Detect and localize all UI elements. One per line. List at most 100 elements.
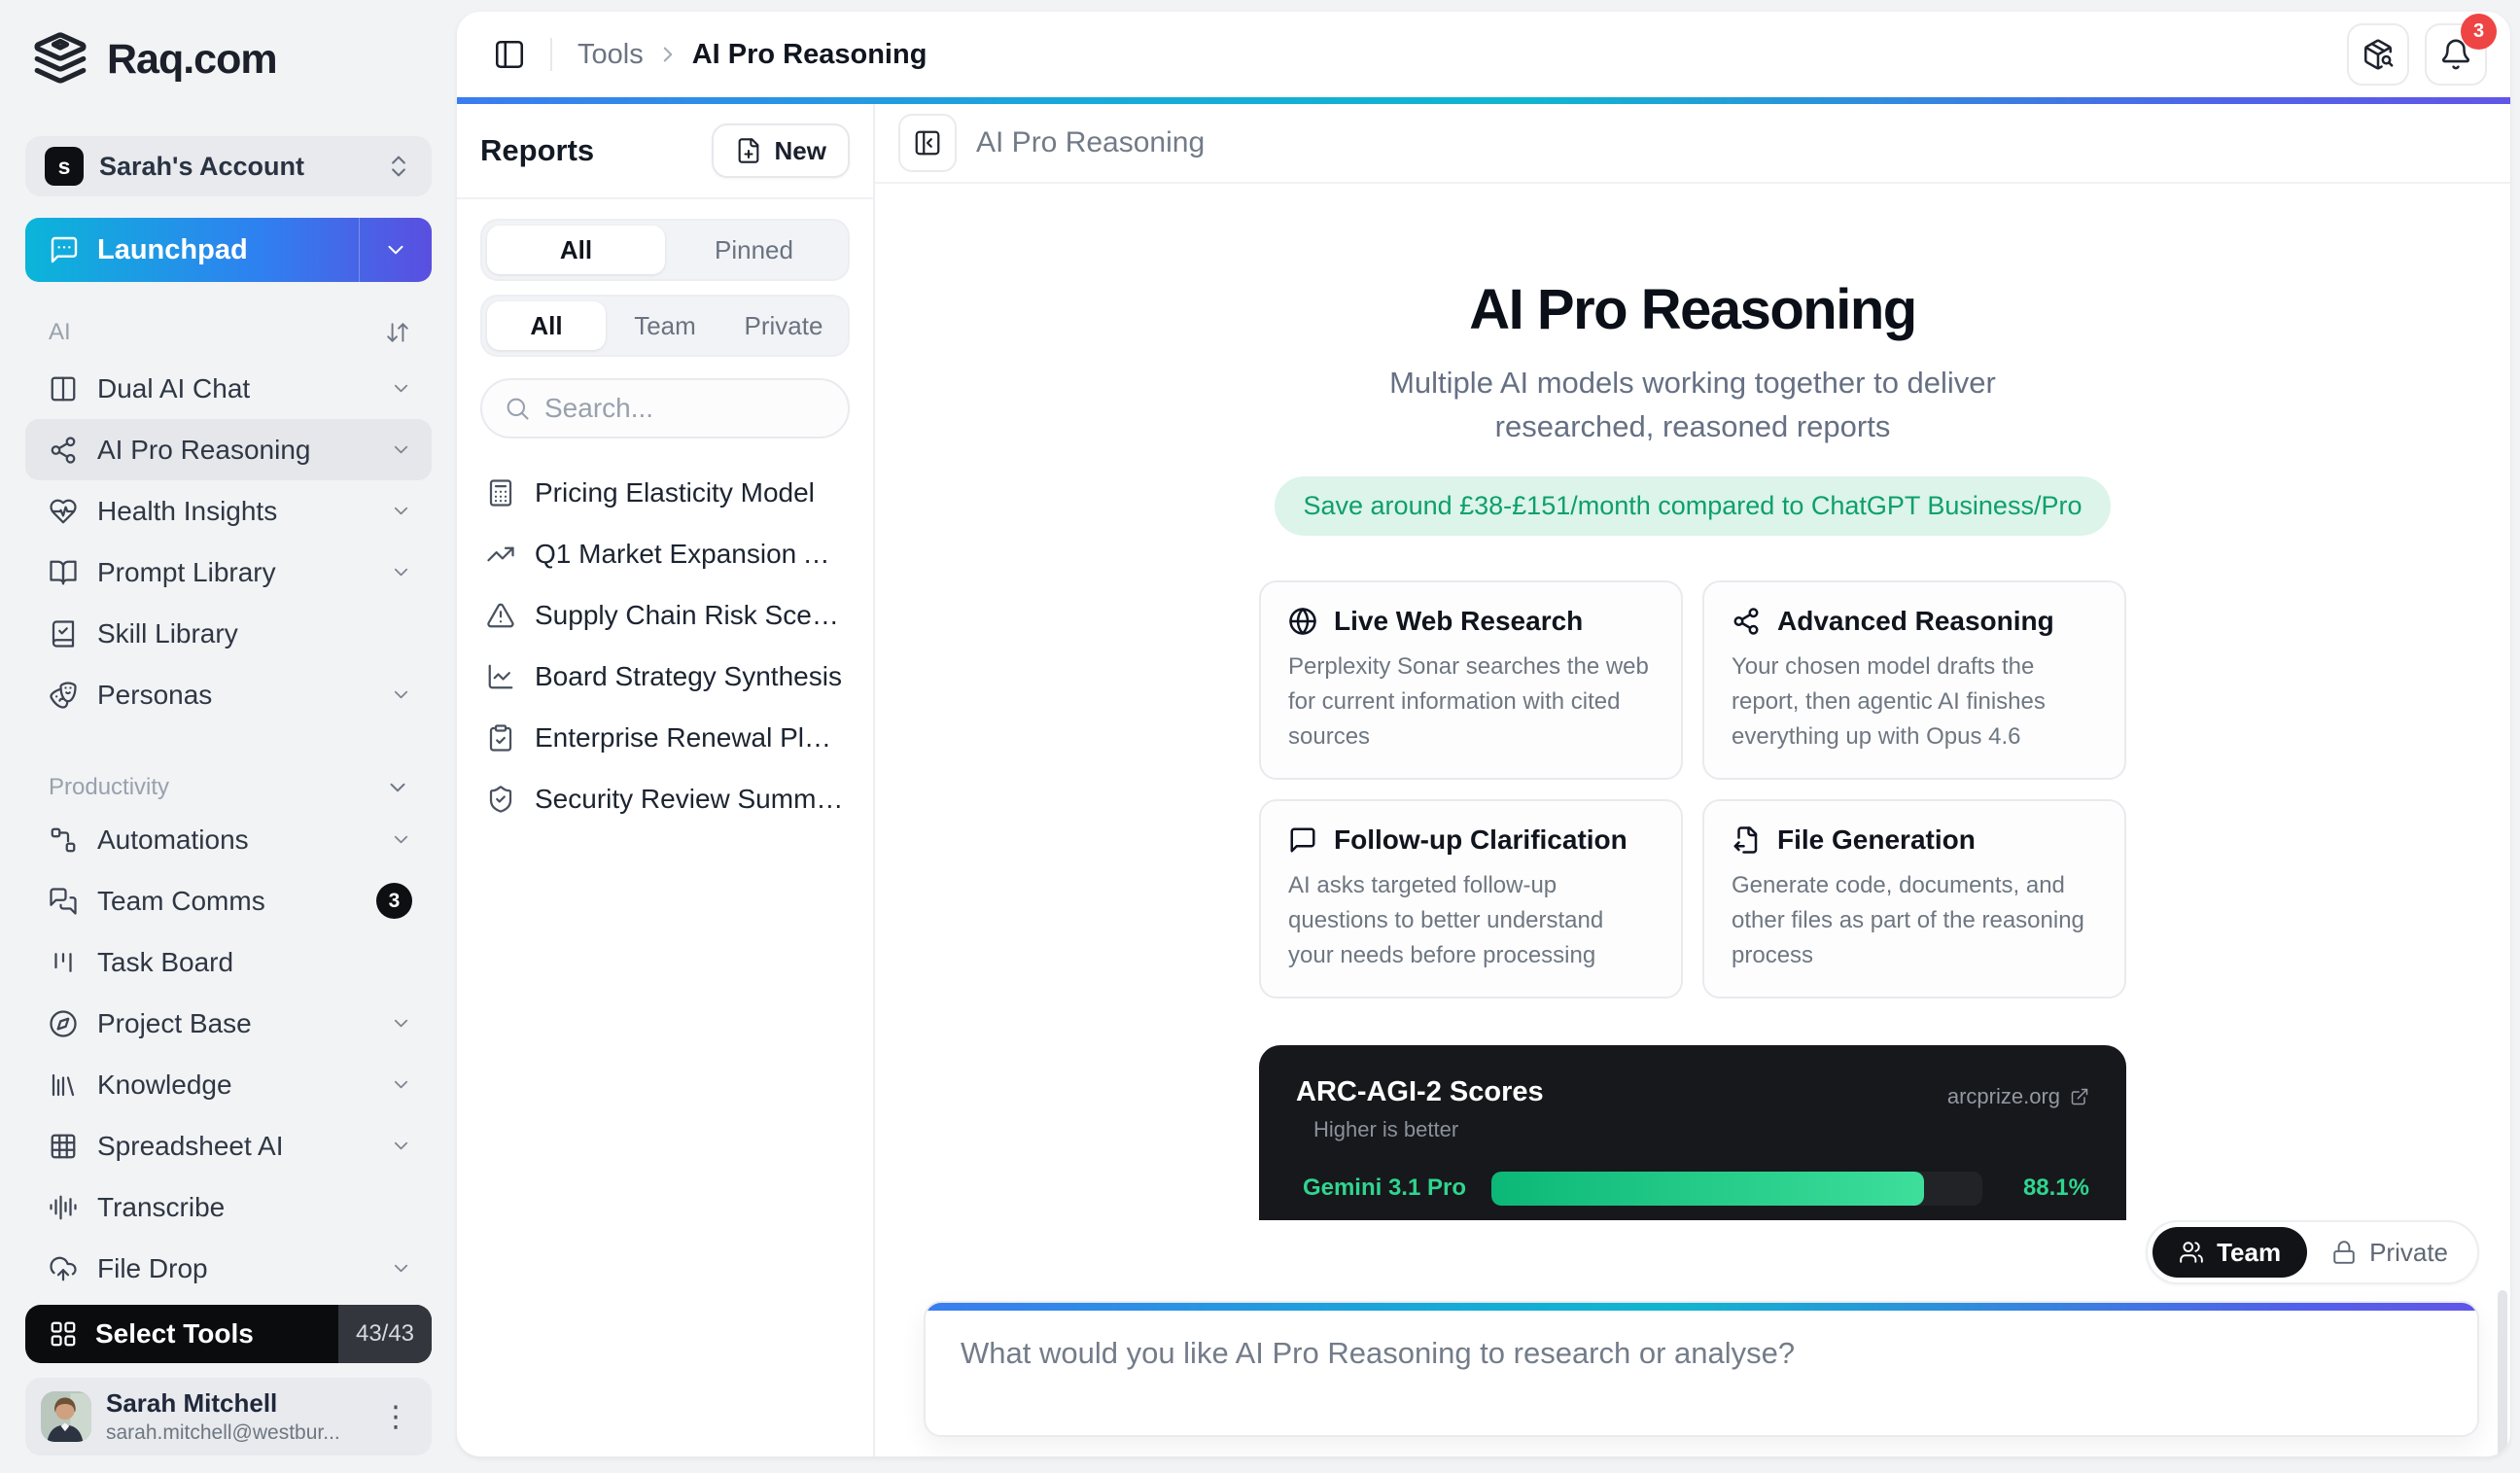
header-divider — [550, 38, 552, 71]
feature-grid: Live Web Research Perplexity Sonar searc… — [1259, 579, 2126, 999]
launchpad-button[interactable]: Launchpad — [25, 218, 432, 282]
reports-panel: Reports New All Pinned All Team Private — [457, 104, 875, 1456]
sidebar-item-project-base[interactable]: Project Base — [25, 993, 432, 1054]
sidebar-item-personas[interactable]: Personas — [25, 664, 432, 725]
brand-name: Raq.com — [107, 35, 278, 83]
brand-logo-icon — [31, 30, 89, 88]
arc-agi-chart-card: ARC-AGI-2 Scores Higher is better arcpri… — [1259, 1044, 2126, 1220]
page-title: AI Pro Reasoning — [1469, 278, 1917, 341]
chart-source-link[interactable]: arcprize.org — [1947, 1084, 2089, 1109]
package-search-button[interactable] — [2347, 23, 2409, 86]
sidebar-item-spreadsheet-ai[interactable]: Spreadsheet AI — [25, 1115, 432, 1176]
sidebar-item-knowledge[interactable]: Knowledge — [25, 1054, 432, 1115]
clipboard-check-icon — [489, 723, 512, 752]
new-report-button[interactable]: New — [711, 123, 850, 178]
sort-arrows-icon[interactable] — [385, 320, 410, 345]
search-input[interactable] — [544, 393, 826, 424]
sidebar-item-skill-library[interactable]: Skill Library — [25, 603, 432, 664]
breadcrumb-tools[interactable]: Tools — [578, 39, 644, 71]
team-toggle[interactable]: Team — [2152, 1227, 2308, 1278]
reports-scope-tabs: All Team Private — [480, 295, 850, 357]
columns-icon — [49, 374, 78, 403]
chevron-down-icon — [390, 377, 412, 400]
section-productivity-header[interactable]: Productivity — [25, 774, 432, 801]
tab-pinned[interactable]: Pinned — [665, 226, 843, 274]
chevron-down-icon — [390, 438, 412, 461]
sidebar-item-task-board[interactable]: Task Board — [25, 931, 432, 993]
user-card[interactable]: Sarah Mitchell sarah.mitchell@westbur...… — [25, 1378, 432, 1455]
composer-input[interactable] — [926, 1311, 2477, 1435]
private-toggle[interactable]: Private — [2307, 1227, 2472, 1278]
hero-scroll-region: AI Pro Reasoning Multiple AI models work… — [875, 184, 2510, 1220]
globe-icon — [1289, 608, 1316, 635]
tab-scope-private[interactable]: Private — [724, 301, 843, 350]
compass-icon — [49, 1009, 78, 1038]
content-area: AI Pro Reasoning AI Pro Reasoning Multip… — [875, 104, 2510, 1456]
feature-card-live-web-research: Live Web Research Perplexity Sonar searc… — [1259, 579, 1683, 780]
tab-scope-team[interactable]: Team — [606, 301, 724, 350]
section-ai-label: AI — [49, 319, 71, 345]
launchpad-main[interactable]: Launchpad — [25, 218, 360, 282]
tab-all[interactable]: All — [487, 226, 665, 274]
select-tools-count: 43/43 — [338, 1305, 432, 1363]
composer-zone: Team Private — [875, 1220, 2510, 1456]
accent-gradient-bar — [457, 97, 2510, 104]
chevron-down-icon — [383, 237, 408, 263]
network-icon — [1733, 608, 1759, 635]
report-item[interactable]: Pricing Elasticity Model — [472, 462, 858, 523]
report-item[interactable]: Board Strategy Synthesis — [472, 646, 858, 707]
sidebar-item-transcribe[interactable]: Transcribe — [25, 1176, 432, 1238]
calculator-icon — [489, 478, 512, 507]
sidebar-item-prompt-library[interactable]: Prompt Library — [25, 542, 432, 603]
launchpad-label: Launchpad — [97, 233, 248, 265]
sidebar-item-ai-pro-reasoning[interactable]: AI Pro Reasoning — [25, 419, 432, 480]
reports-title: Reports — [480, 133, 595, 167]
chevron-down-icon — [390, 684, 412, 706]
account-avatar: s — [45, 147, 84, 186]
more-vertical-icon[interactable]: ⋮ — [375, 1400, 416, 1434]
chevrons-up-down-icon — [385, 153, 412, 180]
report-item[interactable]: Q1 Market Expansion Ana... — [472, 523, 858, 584]
notifications-button[interactable]: 3 — [2425, 14, 2497, 86]
audio-lines-icon — [49, 1193, 78, 1222]
sidebar-item-file-drop[interactable]: File Drop — [25, 1238, 432, 1299]
tab-scope-all[interactable]: All — [487, 301, 606, 350]
sidebar: Raq.com s Sarah's Account Launchpad AI D… — [0, 0, 457, 1473]
pane-header: AI Pro Reasoning — [875, 104, 2510, 184]
chart-line-icon — [488, 664, 513, 688]
top-header: Tools AI Pro Reasoning 3 — [457, 12, 2510, 97]
user-name: Sarah Mitchell — [106, 1388, 278, 1418]
search-icon — [507, 398, 529, 420]
sidebar-item-dual-ai-chat[interactable]: Dual AI Chat — [25, 358, 432, 419]
report-item[interactable]: Enterprise Renewal Playbook — [472, 707, 858, 768]
trending-up-icon — [487, 546, 514, 561]
feature-card-follow-up-clarification: Follow-up Clarification AI asks targeted… — [1259, 798, 1683, 999]
report-item[interactable]: Security Review Summary — [472, 768, 858, 829]
sidebar-item-health-insights[interactable]: Health Insights — [25, 480, 432, 542]
chevron-down-icon — [390, 1135, 412, 1157]
account-switcher[interactable]: s Sarah's Account — [25, 136, 432, 196]
section-ai-header: AI — [25, 319, 432, 346]
external-link-icon — [2071, 1088, 2088, 1105]
sidebar-item-automations[interactable]: Automations — [25, 809, 432, 870]
sidebar-ai-list: Dual AI Chat AI Pro Reasoning Health Ins… — [25, 358, 432, 725]
bar-track — [1491, 1171, 1982, 1206]
chart-bar-row: Gemini 3.1 Pro 88.1% — [1296, 1171, 2089, 1206]
select-tools-label: Select Tools — [95, 1318, 254, 1349]
message-square-icon — [1290, 827, 1315, 853]
select-tools-button[interactable]: Select Tools 43/43 — [25, 1305, 432, 1363]
reports-filter-tabs: All Pinned — [480, 219, 850, 281]
chevron-down-icon — [390, 828, 412, 851]
collapse-panel-button[interactable] — [898, 114, 957, 172]
reports-search[interactable] — [480, 378, 850, 438]
layout-grid-icon — [49, 1319, 78, 1349]
sidebar-toggle-button[interactable] — [486, 31, 533, 78]
alert-triangle-icon — [487, 603, 514, 627]
sidebar-item-team-comms[interactable]: Team Comms 3 — [25, 870, 432, 931]
scrollbar-thumb[interactable] — [2498, 1290, 2507, 1456]
composer-accent-bar — [926, 1303, 2477, 1311]
shield-check-icon — [489, 785, 512, 813]
kanban-icon — [49, 948, 78, 977]
report-item[interactable]: Supply Chain Risk Scenarios — [472, 584, 858, 646]
launchpad-dropdown[interactable] — [360, 218, 432, 282]
